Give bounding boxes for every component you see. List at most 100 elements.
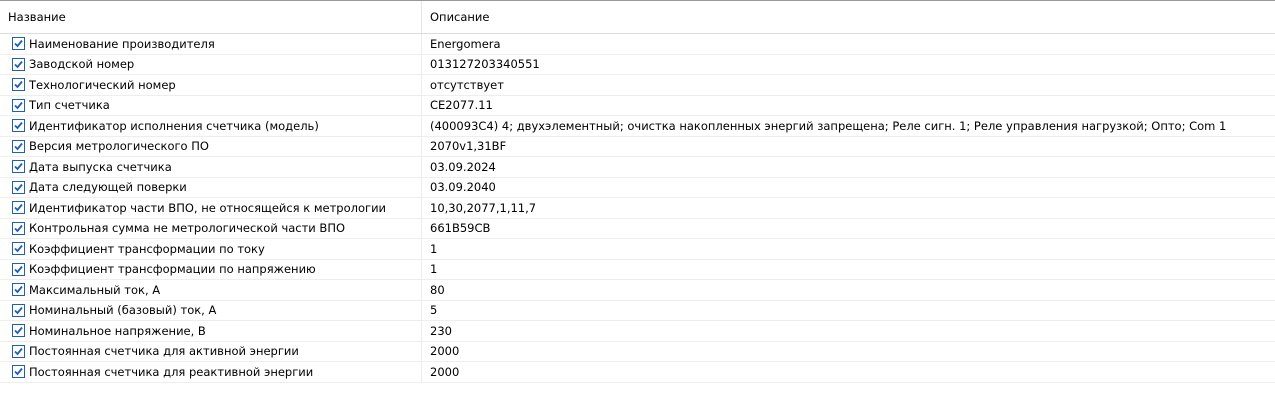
name-cell: Постоянная счетчика для реактивной энерг… xyxy=(0,362,422,382)
checkmark-icon xyxy=(14,286,23,294)
table-row[interactable]: Дата следующей поверки 03.09.2040 xyxy=(0,177,1275,198)
row-checkbox[interactable] xyxy=(12,221,25,235)
property-value: 03.09.2024 xyxy=(430,159,496,174)
checkmark-icon xyxy=(14,347,23,356)
name-cell: Идентификатор исполнения счетчика (модел… xyxy=(0,116,422,136)
property-value: 1 xyxy=(430,262,438,277)
table-row[interactable]: Максимальный ток, А 80 xyxy=(0,280,1275,301)
property-value: 013127203340551 xyxy=(430,57,540,72)
property-name: Постоянная счетчика для реактивной энерг… xyxy=(29,364,314,379)
property-name: Контрольная сумма не метрологической час… xyxy=(29,221,346,236)
checkmark-icon xyxy=(14,224,23,233)
property-name: Коэффициент трансформации по току xyxy=(29,241,265,256)
name-cell: Коэффициент трансформации по напряжению xyxy=(0,259,422,279)
row-checkbox[interactable] xyxy=(12,98,25,112)
property-value: 230 xyxy=(430,323,452,338)
checkmark-icon xyxy=(14,60,23,69)
column-header-description[interactable]: Описание xyxy=(422,1,1275,33)
property-value: 2000 xyxy=(430,344,460,359)
property-value: CE2077.11 xyxy=(430,98,493,113)
table-row[interactable]: Номинальный (базовый) ток, А 5 xyxy=(0,300,1275,321)
row-checkbox[interactable] xyxy=(12,365,25,379)
property-value: 661B59CB xyxy=(430,221,491,236)
row-checkbox[interactable] xyxy=(12,262,25,276)
name-cell: Номинальное напряжение, В xyxy=(0,321,422,341)
property-name: Тип счетчика xyxy=(29,98,110,113)
row-checkbox[interactable] xyxy=(12,160,25,174)
property-name: Версия метрологического ПО xyxy=(29,139,209,154)
grid-body: Наименование производителя Energomera Заво… xyxy=(0,34,1275,383)
property-name: Номинальное напряжение, В xyxy=(29,323,206,338)
checkmark-icon xyxy=(14,183,23,192)
name-cell: Технологический номер xyxy=(0,75,422,95)
table-row[interactable]: Версия метрологического ПО 2070v1,31BF xyxy=(0,136,1275,157)
name-cell: Дата выпуска счетчика xyxy=(0,157,422,177)
table-row[interactable]: Постоянная счетчика для реактивной энерг… xyxy=(0,362,1275,383)
property-value: 80 xyxy=(430,282,445,297)
table-row[interactable]: Номинальное напряжение, В 230 xyxy=(0,321,1275,342)
name-cell: Дата следующей поверки xyxy=(0,177,422,197)
property-name: Максимальный ток, А xyxy=(29,282,161,297)
name-cell: Постоянная счетчика для активной энергии xyxy=(0,341,422,361)
property-name: Дата выпуска счетчика xyxy=(29,159,172,174)
row-checkbox[interactable] xyxy=(12,119,25,133)
row-checkbox[interactable] xyxy=(12,78,25,92)
property-name: Номинальный (базовый) ток, А xyxy=(29,303,217,318)
name-cell: Тип счетчика xyxy=(0,95,422,115)
row-checkbox[interactable] xyxy=(12,180,25,194)
row-checkbox[interactable] xyxy=(12,303,25,317)
row-checkbox[interactable] xyxy=(12,57,25,71)
name-cell: Версия метрологического ПО xyxy=(0,136,422,156)
property-name: Технологический номер xyxy=(29,77,176,92)
checkmark-icon xyxy=(14,245,23,253)
property-value: 2070v1,31BF xyxy=(430,139,507,154)
property-value: 1 xyxy=(430,241,438,256)
name-cell: Наименование производителя xyxy=(0,34,422,54)
table-row[interactable]: Коэффициент трансформации по напряжению 1 xyxy=(0,259,1275,280)
property-name: Наименование производителя xyxy=(29,36,215,51)
table-row[interactable]: Тип счетчика CE2077.11 xyxy=(0,95,1275,116)
name-cell: Контрольная сумма не метрологической час… xyxy=(0,218,422,238)
row-checkbox[interactable] xyxy=(12,324,25,338)
grid-header: Название Описание xyxy=(0,1,1275,34)
table-row[interactable]: Постоянная счетчика для активной энергии… xyxy=(0,341,1275,362)
name-cell: Номинальный (базовый) ток, А xyxy=(0,300,422,320)
table-row[interactable]: Технологический номер отсутствует xyxy=(0,75,1275,96)
row-checkbox[interactable] xyxy=(12,242,25,256)
table-row[interactable]: Идентификатор части ВПО, не относящейся … xyxy=(0,198,1275,219)
checkmark-icon xyxy=(14,265,23,274)
column-header-name[interactable]: Название xyxy=(0,1,422,33)
checkmark-icon xyxy=(14,306,23,315)
row-checkbox[interactable] xyxy=(12,344,25,358)
row-checkbox[interactable] xyxy=(12,201,25,215)
property-name: Идентификатор части ВПО, не относящейся … xyxy=(29,200,387,215)
row-checkbox[interactable] xyxy=(12,139,25,153)
property-value: Energomera xyxy=(430,36,501,51)
name-cell: Идентификатор части ВПО, не относящейся … xyxy=(0,198,422,218)
property-name: Постоянная счетчика для активной энергии xyxy=(29,344,299,359)
property-name: Идентификатор исполнения счетчика (модел… xyxy=(29,118,319,133)
table-row[interactable]: Идентификатор исполнения счетчика (модел… xyxy=(0,116,1275,137)
property-value: отсутствует xyxy=(430,77,504,92)
table-row[interactable]: Дата выпуска счетчика 03.09.2024 xyxy=(0,157,1275,178)
checkmark-icon xyxy=(14,40,23,48)
table-row[interactable]: Наименование производителя Energomera xyxy=(0,34,1275,55)
row-checkbox[interactable] xyxy=(12,283,25,297)
checkmark-icon xyxy=(14,101,23,110)
property-value: 2000 xyxy=(430,364,460,379)
checkmark-icon xyxy=(14,122,23,130)
table-row[interactable]: Заводской номер 013127203340551 xyxy=(0,54,1275,75)
checkmark-icon xyxy=(14,163,23,171)
property-name: Заводской номер xyxy=(29,57,135,72)
row-checkbox[interactable] xyxy=(12,37,25,51)
checkmark-icon xyxy=(14,204,23,212)
property-value: 10,30,2077,1,11,7 xyxy=(430,200,537,215)
table-row[interactable]: Контрольная сумма не метрологической час… xyxy=(0,218,1275,239)
checkmark-icon xyxy=(14,327,23,335)
properties-grid: Название Описание Наименование производи… xyxy=(0,0,1275,401)
checkmark-icon xyxy=(14,142,23,151)
property-value: 03.09.2040 xyxy=(430,180,496,195)
table-row[interactable]: Коэффициент трансформации по току 1 xyxy=(0,239,1275,260)
property-name: Дата следующей поверки xyxy=(29,180,187,195)
property-value: (400093C4) 4; двухэлементный; очистка на… xyxy=(430,118,1227,133)
